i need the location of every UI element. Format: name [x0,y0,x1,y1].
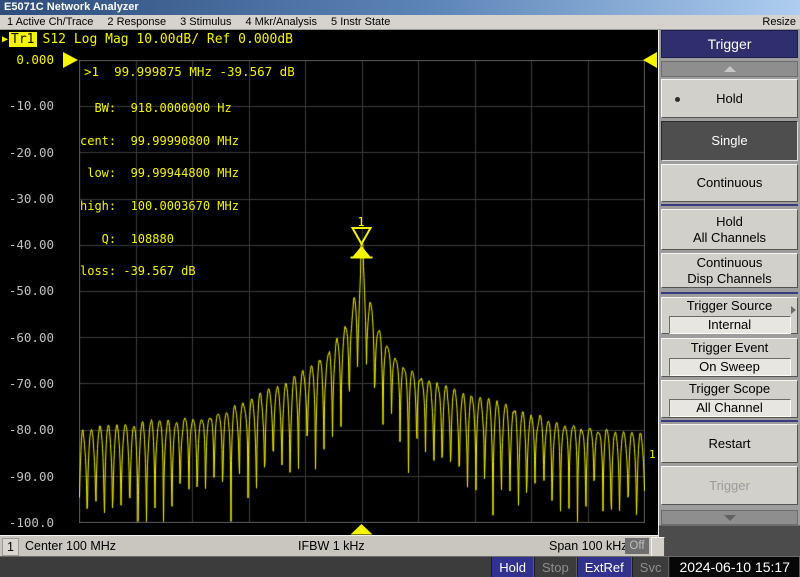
softkey-scroll-up-button[interactable] [661,61,798,77]
menu-mkr-analysis[interactable]: 4 Mkr/Analysis [238,16,324,28]
scroll-down-icon [724,515,736,521]
marker-triangle-icon[interactable] [353,228,371,244]
softkey-continuous-button[interactable]: Continuous [661,164,798,202]
trigger-scope-value: All Channel [669,399,791,417]
window-titlebar: E5071C Network Analyzer [0,0,800,15]
softkey-trigger-source-button[interactable]: Trigger Source Internal [661,297,798,334]
status-stop-badge: Stop [534,557,577,577]
softkey-restart-button[interactable]: Restart [661,424,798,463]
softkey-hold-button[interactable]: Hold [661,79,798,118]
channel-badge: 1 [2,538,19,556]
off-badge: Off [625,538,649,554]
ifbw-label[interactable]: IFBW 1 kHz [298,538,365,554]
stimulus-center-triangle-icon [351,524,373,535]
menu-response[interactable]: 2 Response [100,16,173,28]
selected-bullet-icon [675,97,680,102]
menu-bar: 1 Active Ch/Trace 2 Response 3 Stimulus … [0,15,800,30]
softkey-hold-all-channels-button[interactable]: Hold All Channels [661,209,798,250]
softkey-trigger-scope-button[interactable]: Trigger Scope All Channel [661,380,798,418]
window-title: E5071C Network Analyzer [4,1,139,13]
marker-active-triangle-icon [352,246,371,258]
status-datetime: 2024-06-10 15:17 [669,557,800,577]
plot-region: ▶ Tr1 S12 Log Mag 10.00dB/ Ref 0.000dB 0… [0,30,658,535]
sidebar-footer [659,525,800,556]
softkey-trigger-event-button[interactable]: Trigger Event On Sweep [661,338,798,377]
channel-number-label: 1 [649,448,656,461]
center-frequency-label[interactable]: Center 100 MHz [25,538,116,554]
submenu-arrow-icon [791,306,796,314]
softkey-separator [661,420,798,422]
menu-instr-state[interactable]: 5 Instr State [324,16,397,28]
softkey-separator [661,204,798,206]
status-bar: Hold Stop ExtRef Svc 2024-06-10 15:17 [0,556,800,577]
marker-base-bar [351,257,373,259]
plot-overlay: 1 1 [0,30,658,535]
status-svc-badge: Svc [632,557,670,577]
ref-level-right-arrow-icon [643,52,657,68]
span-label[interactable]: Span 100 kHz [549,538,628,554]
stimulus-bar-end-box [651,537,665,557]
softkey-single-button[interactable]: Single [661,121,798,161]
scroll-up-icon [724,66,736,72]
instrument-screen: E5071C Network Analyzer 1 Active Ch/Trac… [0,0,800,577]
menu-stimulus[interactable]: 3 Stimulus [173,16,238,28]
menu-active-ch-trace[interactable]: 1 Active Ch/Trace [0,16,100,28]
softkey-sidebar: Trigger Hold Single Continuous Hold All … [658,30,800,556]
softkey-continuous-disp-channels-button[interactable]: Continuous Disp Channels [661,253,798,288]
softkey-menu-title: Trigger [661,30,798,58]
softkey-scroll-down-button[interactable] [661,510,798,525]
status-extref-badge: ExtRef [577,557,632,577]
trigger-event-value: On Sweep [669,358,791,376]
status-hold-badge: Hold [491,557,534,577]
resize-control[interactable]: Resize [762,15,796,30]
softkey-trigger-button[interactable]: Trigger [661,466,798,505]
stimulus-bar: 1 Center 100 MHz IFBW 1 kHz Span 100 kHz… [0,535,658,556]
marker-number-label: 1 [357,215,364,229]
ref-level-left-arrow-icon [63,52,78,68]
trigger-source-value: Internal [669,316,791,334]
softkey-separator [661,292,798,294]
